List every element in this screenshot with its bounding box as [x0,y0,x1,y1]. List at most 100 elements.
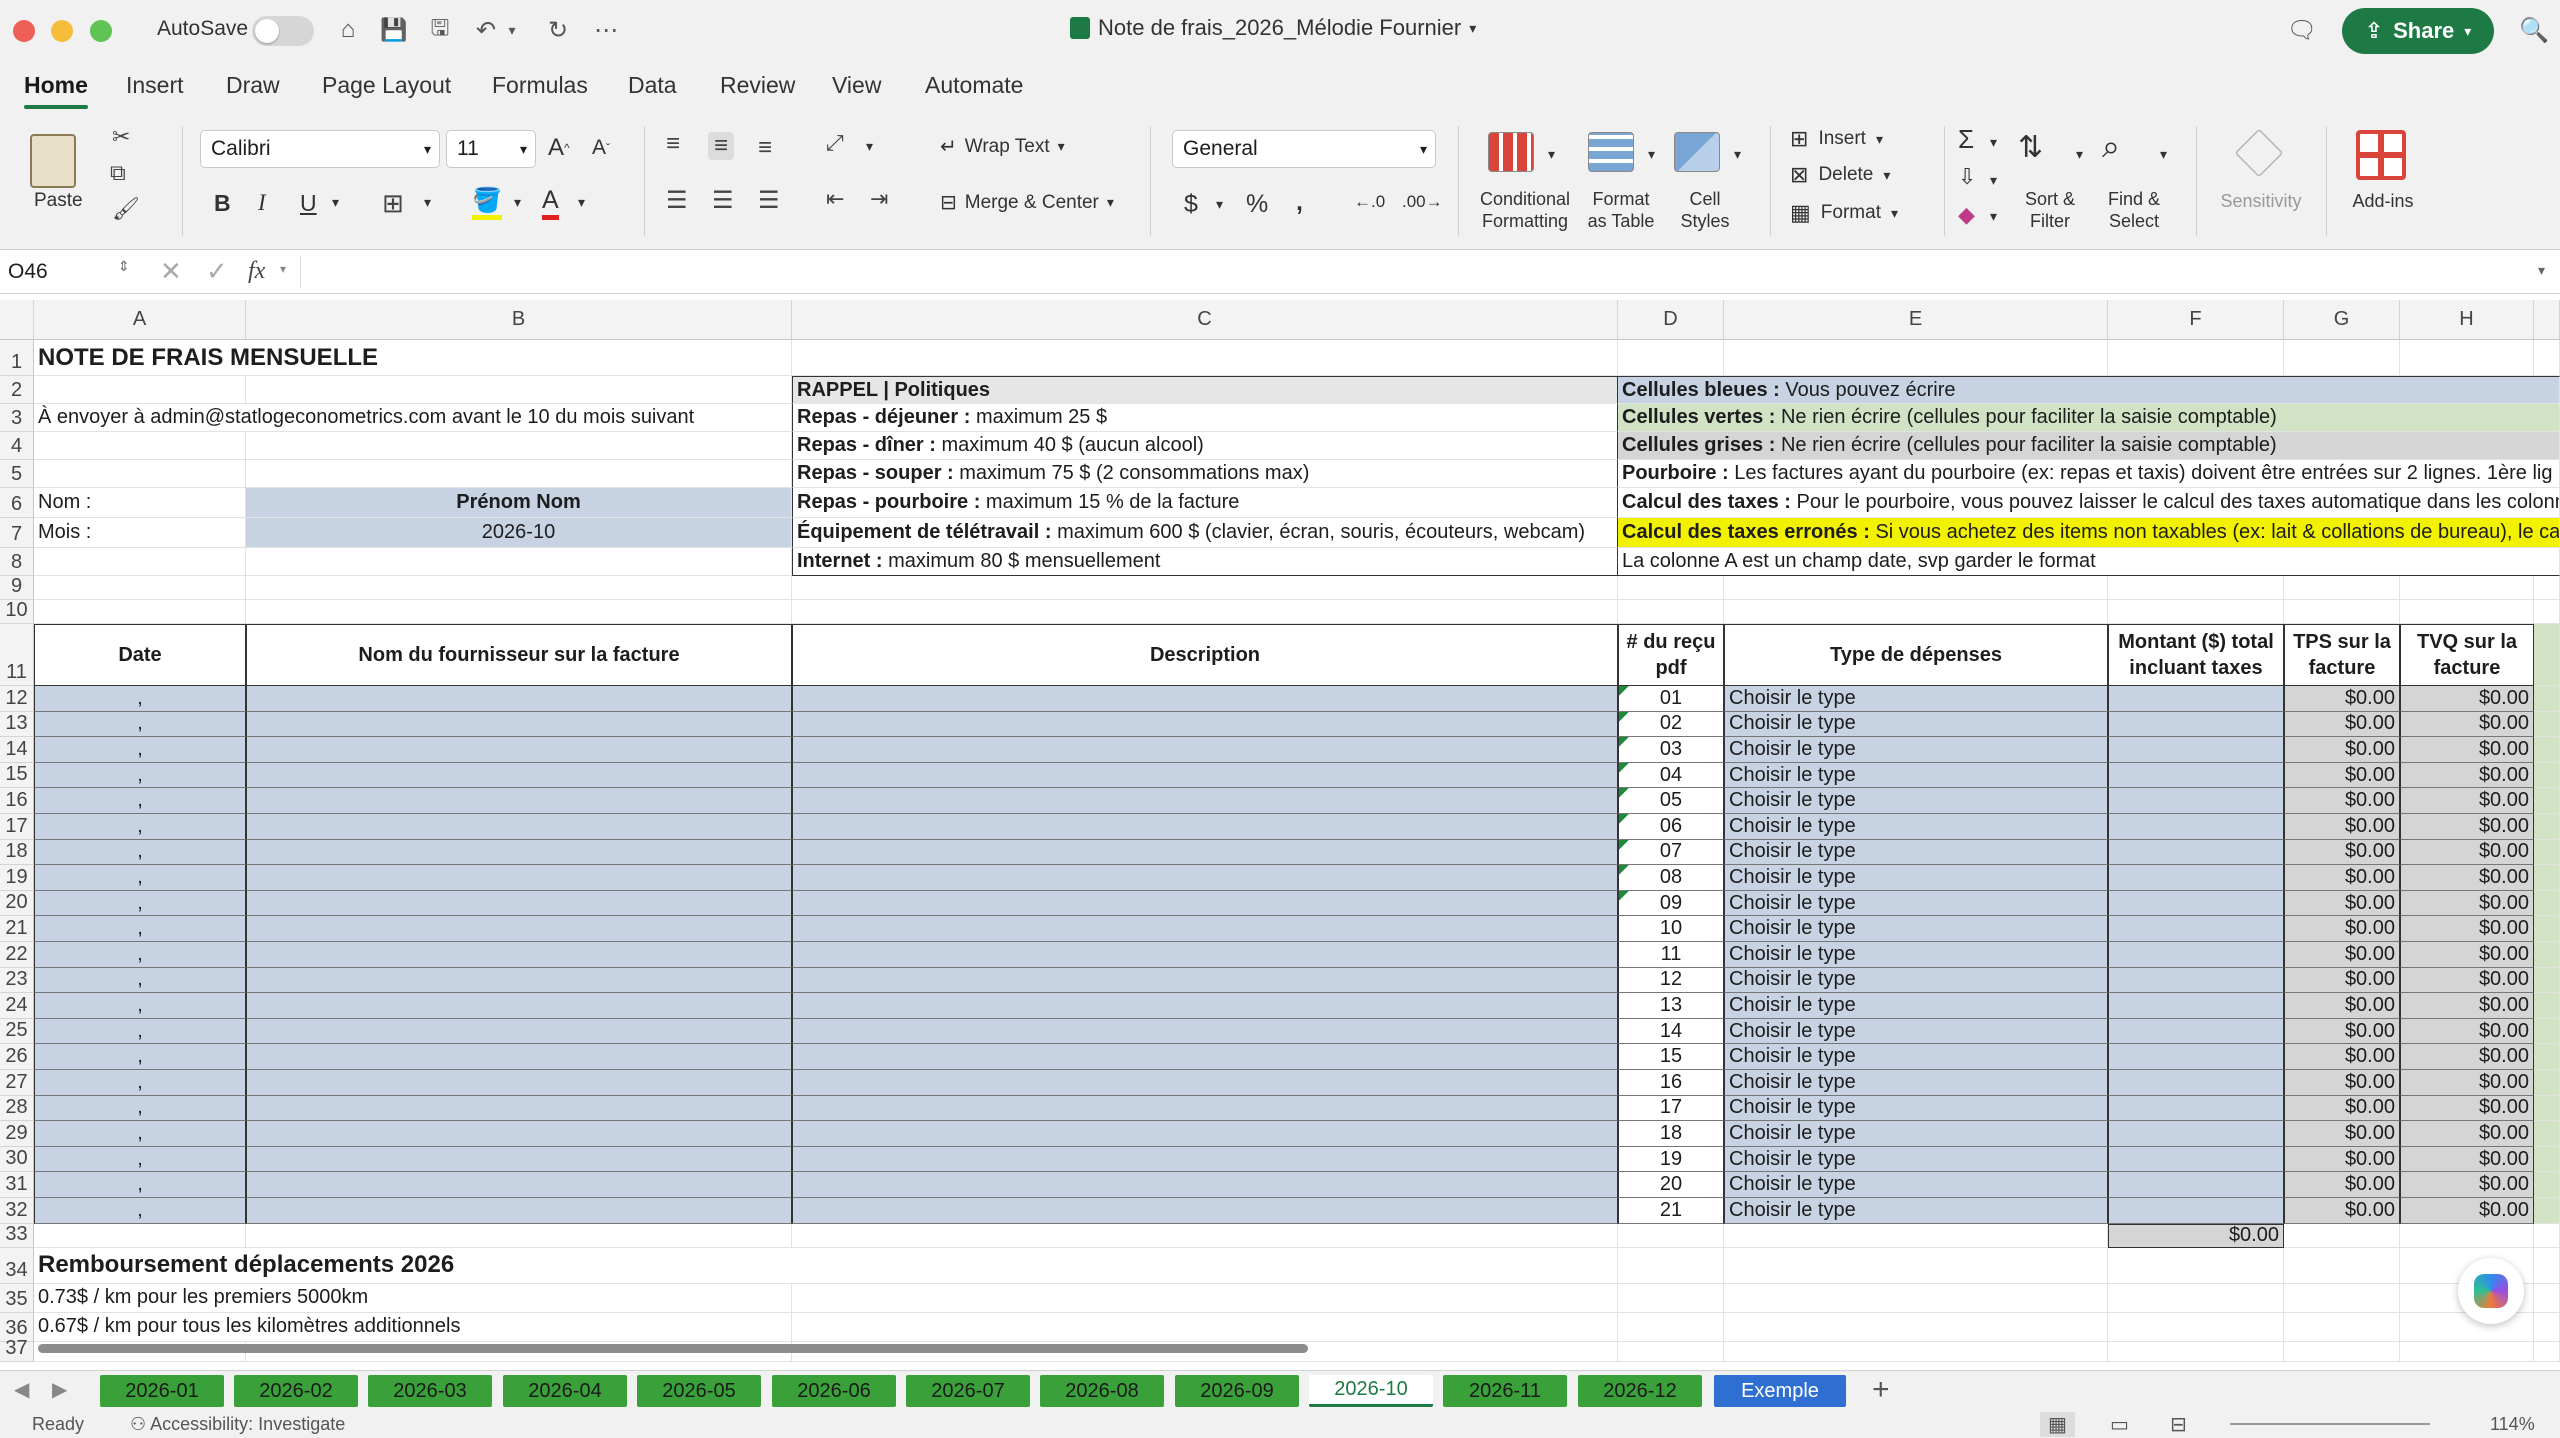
tab-view[interactable]: View [832,72,881,99]
conditional-formatting-dropdown-icon[interactable]: ▾ [1548,146,1555,163]
tps-cell[interactable]: $0.00 [2284,1121,2400,1147]
date-cell[interactable]: , [34,916,246,942]
tps-cell[interactable]: $0.00 [2284,711,2400,738]
sheet-tab-exemple[interactable]: Exemple [1714,1375,1846,1407]
description-cell[interactable] [792,686,1618,712]
percent-icon[interactable]: % [1246,190,1268,219]
amount-cell[interactable] [2108,814,2284,840]
tps-cell[interactable]: $0.00 [2284,839,2400,866]
fill-icon[interactable]: ⇩ [1958,164,1976,190]
amount-cell[interactable] [2108,711,2284,738]
receipt-number-cell[interactable]: 07 [1618,839,1724,866]
cell-h9[interactable] [2400,576,2534,600]
extra-cell[interactable] [2534,865,2560,891]
row-header-5[interactable]: 5 [0,460,34,488]
cell-a1[interactable]: NOTE DE FRAIS MENSUELLE [34,340,792,376]
cell-f37[interactable] [2108,1341,2284,1362]
cell-h33[interactable] [2400,1223,2534,1248]
cell-b4[interactable] [246,432,792,460]
sheet-tab-2026-03[interactable]: 2026-03 [368,1375,492,1407]
amount-cell[interactable] [2108,1070,2284,1096]
legend-row-3[interactable]: Pourboire : Les factures ayant du pourbo… [1618,460,2560,488]
amount-cell[interactable] [2108,1044,2284,1070]
format-cells-button[interactable]: ▦ Format ▾ [1790,200,1898,226]
wrap-text-button[interactable]: ↵ Wrap Text ▾ [940,134,1065,159]
cell-g37[interactable] [2284,1341,2400,1362]
policy-row-0[interactable]: RAPPEL | Politiques [792,376,1618,404]
receipt-number-cell[interactable]: 13 [1618,993,1724,1019]
amount-cell[interactable] [2108,993,2284,1019]
font-name-select[interactable]: Calibri ▾ [200,130,440,168]
policy-row-4[interactable]: Repas - pourboire : maximum 15 % de la f… [792,488,1618,518]
amount-cell[interactable] [2108,1198,2284,1224]
row-header-28[interactable]: 28 [0,1095,34,1122]
cell-b33[interactable] [246,1223,792,1248]
underline-button[interactable]: U [300,190,317,217]
cell-f9[interactable] [2108,576,2284,600]
legend-row-5[interactable]: Calcul des taxes erronés : Si vous achet… [1618,518,2560,548]
row-header-14[interactable]: 14 [0,737,34,763]
redo-icon[interactable]: ↻ [540,12,576,48]
cell-a6[interactable]: Nom : [34,488,246,518]
find-select-dropdown-icon[interactable]: ▾ [2160,146,2167,163]
cell-h37[interactable] [2400,1341,2534,1362]
expense-type-select[interactable]: Choisir le type [1724,1070,2108,1096]
date-cell[interactable]: , [34,967,246,994]
autosave-toggle[interactable] [252,16,314,46]
add-ins-icon[interactable] [2356,130,2406,180]
policy-row-3[interactable]: Repas - souper : maximum 75 $ (2 consomm… [792,460,1618,488]
cell-styles-dropdown-icon[interactable]: ▾ [1734,146,1741,163]
date-cell[interactable]: , [34,942,246,968]
description-cell[interactable] [792,1146,1618,1173]
expense-type-select[interactable]: Choisir le type [1724,737,2108,763]
expense-type-select[interactable]: Choisir le type [1724,865,2108,891]
tvq-cell[interactable]: $0.00 [2400,916,2534,942]
supplier-cell[interactable] [246,1070,792,1096]
align-right-icon[interactable]: ☰ [758,186,780,215]
column-header-a[interactable]: A [34,300,246,340]
supplier-cell[interactable] [246,916,792,942]
supplier-cell[interactable] [246,890,792,917]
expense-type-select[interactable]: Choisir le type [1724,1172,2108,1198]
cell-b10[interactable] [246,600,792,624]
date-cell[interactable]: , [34,993,246,1019]
number-format-select[interactable]: General ▾ [1172,130,1436,168]
tvq-cell[interactable]: $0.00 [2400,1146,2534,1173]
cell-b6[interactable]: Prénom Nom [246,488,792,518]
format-painter-icon[interactable]: 🖌 [112,196,140,222]
extra-cell[interactable] [2534,1018,2560,1045]
cell-e9[interactable] [1724,576,2108,600]
row-header-30[interactable]: 30 [0,1146,34,1173]
decrease-font-size-icon[interactable]: Aˇ [592,136,610,160]
column-header-h[interactable]: H [2400,300,2534,340]
amount-cell[interactable] [2108,839,2284,866]
tab-insert[interactable]: Insert [126,72,184,99]
tps-cell[interactable]: $0.00 [2284,1146,2400,1173]
row-header-2[interactable]: 2 [0,376,34,404]
format-as-table-dropdown-icon[interactable]: ▾ [1648,146,1655,163]
row-header-35[interactable]: 35 [0,1283,34,1313]
description-cell[interactable] [792,1198,1618,1224]
cell-i9[interactable] [2534,576,2560,600]
underline-dropdown-icon[interactable]: ▾ [332,194,339,211]
supplier-cell[interactable] [246,737,792,763]
tvq-cell[interactable]: $0.00 [2400,711,2534,738]
sheet-tab-2026-11[interactable]: 2026-11 [1443,1375,1567,1407]
sheet-tab-2026-01[interactable]: 2026-01 [100,1375,224,1407]
cell-d37[interactable] [1618,1341,1724,1362]
autosum-dropdown-icon[interactable]: ▾ [1990,134,1997,151]
sheet-tab-2026-05[interactable]: 2026-05 [637,1375,761,1407]
row-header-24[interactable]: 24 [0,993,34,1019]
sheet-tab-2026-12[interactable]: 2026-12 [1578,1375,1702,1407]
header-amount[interactable]: Montant ($) total incluant taxes [2108,624,2284,686]
sheet-tab-2026-04[interactable]: 2026-04 [503,1375,627,1407]
bold-button[interactable]: B [214,190,231,217]
supplier-cell[interactable] [246,814,792,840]
accessibility-status[interactable]: ⚇ Accessibility: Investigate [130,1414,345,1435]
cell-e34[interactable] [1724,1247,2108,1284]
cell-h1[interactable] [2400,340,2534,376]
search-icon[interactable]: 🔍 [2514,12,2554,48]
receipt-number-cell[interactable]: 21 [1618,1198,1724,1224]
cell-g33[interactable] [2284,1223,2400,1248]
date-cell[interactable]: , [34,865,246,891]
